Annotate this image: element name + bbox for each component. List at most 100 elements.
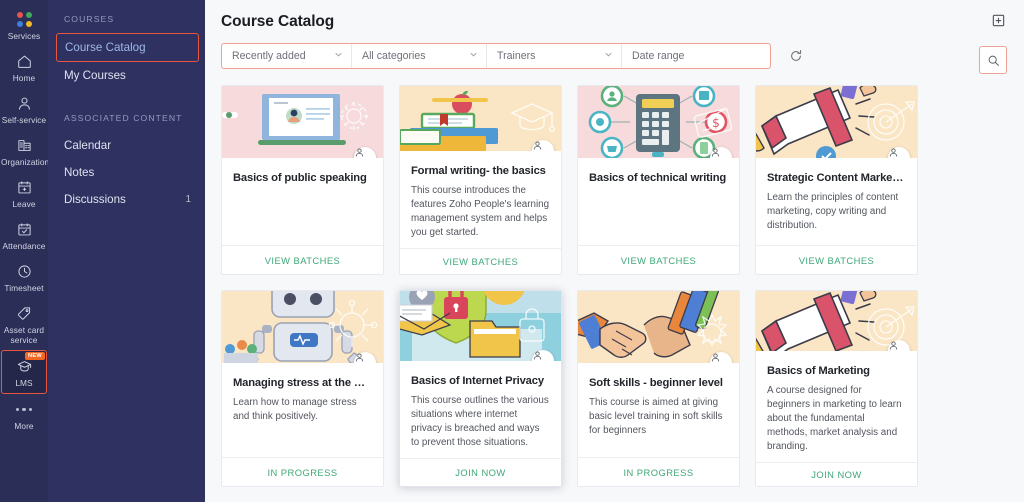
nav-panel: COURSES Course Catalog My Courses ASSOCIA… xyxy=(48,0,205,502)
rail-item-home[interactable]: Home xyxy=(0,46,48,88)
filter-group: Recently addedAll categories Trainers Date… xyxy=(221,43,771,69)
nav-list-courses: Course Catalog My Courses xyxy=(48,33,205,89)
sort-filter[interactable]: Recently added xyxy=(222,44,352,68)
rail-item-asset-card-service[interactable]: Asset card service xyxy=(0,298,48,350)
course-card[interactable]: Basics of Internet PrivacyThis course ou… xyxy=(399,290,562,487)
date-range-filter[interactable]: Date range xyxy=(622,44,770,68)
refresh-icon[interactable] xyxy=(789,49,803,63)
course-body: Strategic Content Marketing Learn the pri… xyxy=(756,158,917,245)
course-title: Basics of technical writing xyxy=(589,172,728,184)
nav-item-my-courses[interactable]: My Courses xyxy=(48,62,205,89)
rail-item-label: Timesheet xyxy=(1,283,47,293)
trainer-filter[interactable]: Trainers xyxy=(487,44,622,68)
course-description: A course designed for beginners in marke… xyxy=(767,384,906,454)
course-body: Basics of Marketing A course designed for… xyxy=(756,351,917,462)
rail-item-attendance[interactable]: Attendance xyxy=(0,214,48,256)
course-action-button[interactable]: VIEW BATCHES xyxy=(222,245,383,274)
course-card[interactable]: Formal writing- the basicsThis course in… xyxy=(399,85,562,275)
nav-section-courses: COURSES xyxy=(48,14,205,33)
course-action-button[interactable]: JOIN NOW xyxy=(756,462,917,486)
course-action-label: VIEW BATCHES xyxy=(443,256,519,267)
course-action-label: VIEW BATCHES xyxy=(265,255,341,266)
course-thumbnail xyxy=(756,86,917,158)
rail-item-leave[interactable]: Leave xyxy=(0,172,48,214)
course-title: Formal writing- the basics xyxy=(411,165,550,177)
course-body: Basics of public speaking xyxy=(222,158,383,245)
course-action-button[interactable]: VIEW BATCHES xyxy=(400,248,561,274)
course-title: Basics of Marketing xyxy=(767,365,906,377)
rail-item-lms[interactable]: NEWLMS xyxy=(1,350,47,394)
course-description: Learn how to manage stress and think pos… xyxy=(233,396,372,424)
nav-item-label: Calendar xyxy=(64,139,111,152)
app-root: Services Home Self-service OrganizationLeav… xyxy=(0,0,1024,502)
course-action-button[interactable]: VIEW BATCHES xyxy=(578,245,739,274)
rail-item-label: Attendance xyxy=(1,241,47,251)
course-action-button[interactable]: VIEW BATCHES xyxy=(756,245,917,274)
course-card[interactable]: $Basics of technical writingVIEW BATCHES xyxy=(577,85,740,275)
course-action-label: VIEW BATCHES xyxy=(799,255,875,266)
rail-item-organization[interactable]: Organization xyxy=(0,130,48,172)
organization-icon xyxy=(1,136,47,155)
course-title: Managing stress at the wor... xyxy=(233,377,372,389)
calendar-check-icon xyxy=(1,220,47,239)
trainer-filter-value: Trainers xyxy=(497,50,535,62)
course-body: Managing stress at the wor... Learn how t… xyxy=(222,363,383,457)
rail-item-more[interactable]: More xyxy=(0,394,48,436)
nav-item-discussions[interactable]: Discussions1 xyxy=(48,186,205,213)
clock-icon xyxy=(1,262,47,281)
course-action-button[interactable]: IN PROGRESS xyxy=(222,457,383,486)
chevron-down-icon xyxy=(604,50,613,62)
course-thumbnail xyxy=(400,291,561,361)
course-card[interactable]: Managing stress at the wor... Learn how t… xyxy=(221,290,384,487)
main-content: Course Catalog Recently addedAll categor… xyxy=(205,0,1024,502)
services-grid-icon xyxy=(1,10,47,29)
nav-item-calendar[interactable]: Calendar xyxy=(48,132,205,159)
chevron-down-icon xyxy=(469,50,478,62)
page-header: Course Catalog xyxy=(205,0,1024,33)
user-icon xyxy=(1,94,47,113)
course-thumbnail xyxy=(222,291,383,363)
course-title: Basics of Internet Privacy xyxy=(411,375,550,387)
course-action-button[interactable]: JOIN NOW xyxy=(400,458,561,486)
rail-item-timesheet[interactable]: Timesheet xyxy=(0,256,48,298)
course-thumbnail xyxy=(756,291,917,351)
nav-item-label: Course Catalog xyxy=(65,41,146,54)
course-title: Soft skills - beginner level xyxy=(589,377,728,389)
course-action-label: IN PROGRESS xyxy=(623,467,693,478)
home-icon xyxy=(1,52,47,71)
course-body: Basics of Internet PrivacyThis course ou… xyxy=(400,361,561,458)
category-filter[interactable]: All categories xyxy=(352,44,487,68)
course-card[interactable]: Strategic Content Marketing Learn the pri… xyxy=(755,85,918,275)
course-thumbnail xyxy=(222,86,383,158)
add-box-icon[interactable] xyxy=(991,13,1006,33)
course-body: Soft skills - beginner levelThis course … xyxy=(578,363,739,457)
nav-item-label: Discussions xyxy=(64,193,126,206)
course-card[interactable]: Soft skills - beginner levelThis course … xyxy=(577,290,740,487)
course-action-label: JOIN NOW xyxy=(811,469,861,480)
nav-item-notes[interactable]: Notes xyxy=(48,159,205,186)
nav-item-course-catalog[interactable]: Course Catalog xyxy=(56,33,199,62)
page-title: Course Catalog xyxy=(221,13,334,31)
rail-item-label: Home xyxy=(1,73,47,83)
course-description: Learn the principles of content marketin… xyxy=(767,191,906,233)
tag-icon xyxy=(1,304,47,323)
rail-item-label: Self-service xyxy=(1,115,47,125)
calendar-icon xyxy=(1,178,47,197)
rail-item-label: Asset card service xyxy=(1,325,47,345)
nav-list-associated: Calendar NotesDiscussions1 xyxy=(48,132,205,213)
course-action-button[interactable]: IN PROGRESS xyxy=(578,457,739,486)
course-card[interactable]: Basics of Marketing A course designed for… xyxy=(755,290,918,487)
rail-item-services[interactable]: Services xyxy=(0,4,48,46)
course-grid: Basics of public speakingVIEW BATCHESFor… xyxy=(205,69,1024,487)
course-action-label: VIEW BATCHES xyxy=(621,255,697,266)
nav-section-associated: ASSOCIATED CONTENT xyxy=(48,89,205,132)
rail-item-self-service[interactable]: Self-service xyxy=(0,88,48,130)
date-range-filter-value: Date range xyxy=(632,50,684,62)
rail-item-label: Services xyxy=(1,31,47,41)
course-title: Strategic Content Marketing xyxy=(767,172,906,184)
rail-item-label: More xyxy=(1,421,47,431)
search-button[interactable] xyxy=(979,46,1007,74)
course-card[interactable]: Basics of public speaking VIEW BATCHES xyxy=(221,85,384,275)
course-action-label: IN PROGRESS xyxy=(267,467,337,478)
nav-item-label: My Courses xyxy=(64,69,126,82)
